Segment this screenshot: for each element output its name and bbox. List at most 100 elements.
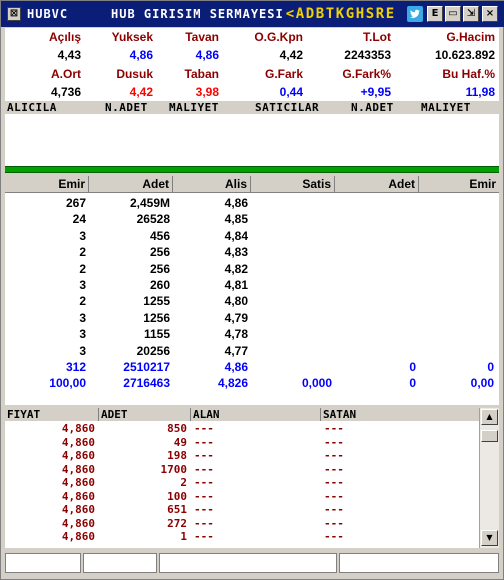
col-satis[interactable]: Satis [251,176,335,193]
quick-letter-button[interactable]: G [345,5,355,23]
symbol-code: HUBVC [27,7,69,21]
scroll-down-button[interactable]: ▼ [481,530,498,546]
trade-cell: 4,860 [61,422,95,435]
trades-scrollbar[interactable]: ▲ ▼ [479,408,499,548]
quick-letter-button[interactable]: E [385,5,395,23]
depth-cell: 3 [79,343,86,358]
col-adet-sell[interactable]: Adet [335,176,419,193]
quick-letter-button[interactable]: A [295,5,305,23]
quick-letter-button[interactable]: T [325,5,335,23]
depth-cell: 100,00 [49,376,86,391]
depth-cell [251,228,332,244]
depth-cell [419,277,494,293]
stats-row-labels-2: A.Ort Dusuk Taban G.Fark G.Fark% Bu Haf.… [5,65,499,83]
trade-row[interactable]: 4,860 49 --- --- [5,437,479,448]
depth-cell [335,310,416,326]
label-g-fark-pct: G.Fark% [342,67,391,81]
depth-cell [419,326,494,342]
info-button[interactable]: E [427,6,443,22]
quick-letter-button[interactable]: K [335,5,345,23]
label-tavan: Tavan [185,30,219,44]
depth-cell [251,343,332,359]
minimize-button[interactable]: ▭ [445,6,461,22]
trade-row[interactable]: 4,860 1 --- --- [5,531,479,542]
depth-cell [419,261,494,277]
depth-total-row[interactable]: 312 2510217 4,86 0 0 [5,359,499,375]
quick-letter-button[interactable]: B [315,5,325,23]
depth-row[interactable]: 3 456 4,84 [5,228,499,244]
trade-row[interactable]: 4,860 2 --- --- [5,477,479,488]
trade-cell: 2 [180,476,187,489]
col-adet-buy[interactable]: Adet [89,176,173,193]
col-emir-buy[interactable]: Emir [5,176,89,193]
scroll-thumb[interactable] [481,430,498,442]
trade-cell: --- [324,449,344,462]
stock-window: ⊠ HUBVC HUB GIRISIM SERMAYESI < A D B T K G H S R… [0,0,504,580]
label-t-lot: T.Lot [363,30,391,44]
label-dusuk: Dusuk [116,67,153,81]
broker-list[interactable] [5,114,499,166]
depth-cell [251,195,332,211]
trade-cell: 4,860 [61,435,95,449]
depth-row[interactable]: 2 256 4,82 [5,261,499,277]
col-adet[interactable]: ADET [99,408,191,421]
depth-cell: 3 [79,327,86,342]
col-alis[interactable]: Alis [173,176,251,193]
depth-row[interactable]: 3 1256 4,79 [5,310,499,326]
splitter-bar[interactable] [5,166,499,173]
col-alan[interactable]: ALAN [191,408,321,421]
depth-cell: 1255 [143,294,170,309]
depth-row[interactable]: 2 256 4,83 [5,244,499,260]
depth-average-row[interactable]: 100,00 2716463 4,826 0,000 0 0,00 [5,375,499,391]
depth-cell [251,359,332,375]
trade-row[interactable]: 4,860 651 --- --- [5,504,479,515]
depth-cell: 4,83 [224,245,248,260]
stats-panel: Açılış Yuksek Tavan O.G.Kpn T.Lot G.Haci… [5,28,499,101]
header-buyers: ALICILA [7,101,57,114]
scroll-up-button[interactable]: ▲ [481,409,498,425]
value-og-kpn: 4,42 [279,48,303,62]
header-buy-cost: MALIYET [169,101,219,114]
stats-row-values-1: 4,43 4,86 4,86 4,42 2243353 10.623.892 [5,46,499,64]
col-fiyat[interactable]: FIYAT [5,408,99,421]
depth-cell: 1155 [143,327,170,342]
trade-cell: 198 [167,449,187,462]
depth-row[interactable]: 267 2,459M 4,86 [5,195,499,211]
quick-letter-button[interactable]: R [375,5,385,23]
trade-cell: --- [324,476,344,489]
trade-cell: 4,860 [61,489,95,503]
depth-row[interactable]: 3 1155 4,78 [5,326,499,342]
system-menu-icon[interactable]: ⊠ [7,7,21,21]
twitter-icon[interactable] [407,6,423,22]
trade-cell: 4,860 [61,462,95,476]
quick-letter-button[interactable]: H [355,5,365,23]
depth-row[interactable]: 3 20256 4,77 [5,343,499,359]
title-bar[interactable]: ⊠ HUBVC HUB GIRISIM SERMAYESI < A D B T K G H S R… [1,1,504,27]
depth-row[interactable]: 2 1255 4,80 [5,293,499,309]
depth-row[interactable]: 24 26528 4,85 [5,211,499,227]
depth-cell: 0 [487,360,494,374]
quick-letter-bar: < A D B T K G H S R E [285,5,395,23]
trade-cell: 850 [167,422,187,435]
quick-letter-button[interactable]: S [365,5,375,23]
close-button[interactable]: × [482,6,498,22]
trade-row[interactable]: 4,860 272 --- --- [5,518,479,529]
trade-row[interactable]: 4,860 100 --- --- [5,491,479,502]
depth-cell: 456 [149,228,170,243]
depth-cell: 4,81 [224,278,248,292]
trade-row[interactable]: 4,860 850 --- --- [5,423,479,434]
trade-row[interactable]: 4,860 1700 --- --- [5,464,479,475]
col-satan[interactable]: SATAN [321,408,479,421]
value-dusuk: 4,42 [129,85,153,99]
quick-letter-button[interactable]: < [285,5,295,23]
depth-cell: 2 [79,261,86,276]
depth-row[interactable]: 3 260 4,81 [5,277,499,293]
trade-cell: --- [324,530,344,543]
col-emir-sell[interactable]: Emir [419,176,499,193]
depth-cell: 26528 [136,212,170,227]
trade-cell: --- [194,462,214,476]
restore-button[interactable]: ⇲ [463,6,479,22]
trade-row[interactable]: 4,860 198 --- --- [5,450,479,461]
quick-letter-button[interactable]: D [305,5,315,23]
trade-cell: --- [324,503,344,516]
